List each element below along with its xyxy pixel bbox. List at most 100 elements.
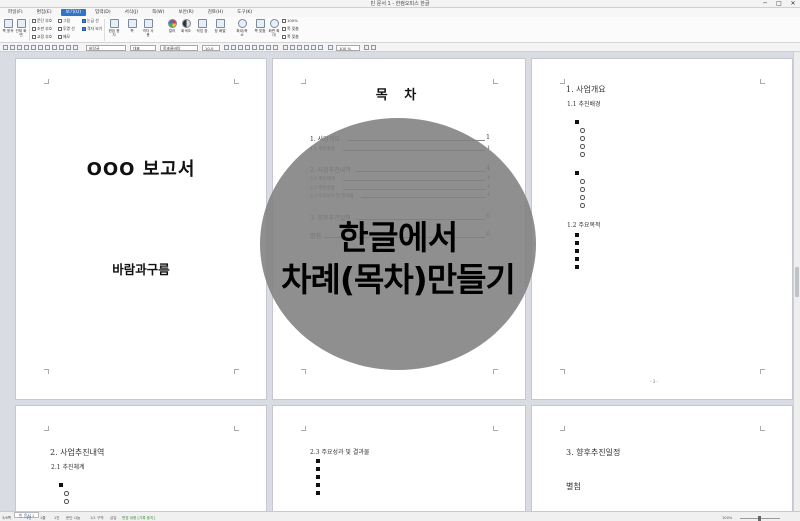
fit-page-icon bbox=[255, 19, 265, 28]
print-icon[interactable] bbox=[24, 45, 29, 50]
ribbon-button-label: 편집 용지 bbox=[108, 29, 120, 37]
zoom-select[interactable]: 100 % bbox=[336, 44, 360, 51]
view-option-checkbox[interactable]: 메모 bbox=[58, 34, 70, 39]
fit-width-item[interactable]: 폭 맞춤 bbox=[282, 34, 299, 39]
menu-item[interactable]: 보안(R) bbox=[173, 9, 198, 16]
highlight-icon[interactable] bbox=[259, 45, 264, 50]
view-option-checkbox[interactable]: 투명 선 bbox=[58, 26, 75, 31]
menu-item[interactable]: 도구(K) bbox=[232, 9, 257, 16]
color-button[interactable]: 컬러 bbox=[166, 18, 178, 40]
ribbon-button-label: 확대/축소 bbox=[236, 29, 248, 37]
checkbox-icon[interactable] bbox=[32, 27, 36, 31]
page-3[interactable]: 1. 사업개요 1.1 추진배경 1.2 주요목적 - 3 - bbox=[531, 58, 793, 400]
menu-item[interactable]: 편집(E) bbox=[32, 9, 57, 16]
outdent-icon[interactable] bbox=[371, 45, 376, 50]
new-doc-icon[interactable] bbox=[3, 45, 8, 50]
redo-icon[interactable] bbox=[38, 45, 43, 50]
open-icon[interactable] bbox=[10, 45, 15, 50]
task-pane-button[interactable]: 작업 창 bbox=[196, 18, 208, 40]
checkbox-icon[interactable] bbox=[82, 27, 86, 31]
font-size-select[interactable]: 10.0 bbox=[202, 44, 220, 51]
find-icon[interactable] bbox=[73, 45, 78, 50]
distribute-icon[interactable] bbox=[311, 45, 316, 50]
menu-item[interactable]: 쪽(W) bbox=[147, 9, 169, 16]
page-number: - 3 - bbox=[650, 379, 658, 384]
subscript-icon[interactable] bbox=[273, 45, 278, 50]
view-option-checkbox[interactable]: 격자 보기 bbox=[82, 26, 102, 31]
grayscale-button[interactable]: 회색조 bbox=[180, 18, 192, 40]
paper-button[interactable]: 편집 용지 bbox=[108, 18, 120, 40]
style-select[interactable]: 바탕글 bbox=[86, 44, 126, 51]
save-icon[interactable] bbox=[17, 45, 22, 50]
page-5[interactable]: 2.3 주요성과 및 결과물 bbox=[272, 405, 526, 511]
menu-item[interactable]: 검토(H) bbox=[203, 9, 229, 16]
align-both-icon[interactable] bbox=[283, 45, 288, 50]
paste-icon[interactable] bbox=[59, 45, 64, 50]
view-option-checkbox[interactable]: 눈금 선 bbox=[82, 18, 99, 23]
align-left-icon[interactable] bbox=[290, 45, 295, 50]
grid-button[interactable]: 격자 사용 bbox=[142, 18, 154, 40]
fit-page-button[interactable]: 쪽 맞춤 bbox=[254, 18, 266, 40]
font-color-icon[interactable] bbox=[252, 45, 257, 50]
page-outline-button[interactable]: 쪽 윤곽 bbox=[2, 18, 14, 40]
status-item: 1줄 bbox=[40, 516, 46, 520]
checkbox-icon[interactable] bbox=[58, 35, 62, 39]
menu-bar: 파일(F) 편집(E) 보기(U) 입력(D) 서식(J) 쪽(W) 보안(R) 검토(H) 도… bbox=[0, 8, 800, 17]
bullet-circle bbox=[64, 499, 69, 504]
page-cover[interactable]: OOO 보고서 바람과구름 bbox=[15, 58, 267, 400]
bullet-square bbox=[575, 257, 579, 261]
checkbox-icon[interactable] bbox=[58, 19, 62, 23]
copy-icon[interactable] bbox=[52, 45, 57, 50]
bold-icon[interactable] bbox=[224, 45, 229, 50]
superscript-icon[interactable] bbox=[266, 45, 271, 50]
maximize-button[interactable]: □ bbox=[772, 0, 786, 8]
menu-item[interactable]: 파일(F) bbox=[3, 9, 28, 16]
page-button[interactable]: 쪽 bbox=[126, 18, 138, 40]
scrollbar-thumb[interactable] bbox=[795, 267, 799, 297]
align-center-icon[interactable] bbox=[297, 45, 302, 50]
zoom-button[interactable]: 확대/축소 bbox=[236, 18, 248, 40]
fullscreen-button[interactable]: 전체 화면 bbox=[15, 18, 27, 40]
close-button[interactable]: ✕ bbox=[786, 0, 800, 8]
checkbox-icon[interactable] bbox=[32, 35, 36, 39]
zoom-slider[interactable] bbox=[740, 516, 780, 521]
format-painter-icon[interactable] bbox=[66, 45, 71, 50]
undo-icon[interactable] bbox=[31, 45, 36, 50]
bullet-square bbox=[59, 483, 63, 487]
divide-icon[interactable] bbox=[318, 45, 323, 50]
cut-icon[interactable] bbox=[45, 45, 50, 50]
checkbox-icon[interactable] bbox=[58, 27, 62, 31]
line-spacing-icon[interactable] bbox=[328, 45, 333, 50]
view-option-checkbox[interactable]: 그림 bbox=[58, 18, 70, 23]
checkbox-icon[interactable] bbox=[32, 19, 36, 23]
page-4[interactable]: 2. 사업추진내역 2.1 추진체계 bbox=[15, 405, 267, 511]
view-option-checkbox[interactable]: 교정 부호 bbox=[32, 34, 52, 39]
crop-mark bbox=[234, 426, 239, 431]
zoom-in-button[interactable]: 화면 확대 bbox=[268, 18, 280, 40]
menu-item[interactable]: 서식(J) bbox=[120, 9, 143, 16]
track-changes-status[interactable]: 변경 내용 [기록 중지] bbox=[122, 516, 155, 521]
view-option-checkbox[interactable]: 조판 부호 bbox=[32, 26, 52, 31]
strikethrough-icon[interactable] bbox=[245, 45, 250, 50]
checkbox-icon[interactable] bbox=[82, 19, 86, 23]
zoom-level[interactable]: 100% bbox=[722, 516, 732, 521]
italic-icon[interactable] bbox=[231, 45, 236, 50]
indent-icon[interactable] bbox=[364, 45, 369, 50]
zoom-100-item[interactable]: 100% bbox=[282, 18, 298, 23]
window-arrange-button[interactable]: 창 배열 bbox=[214, 18, 226, 40]
section-heading: 별첨 bbox=[566, 482, 581, 491]
menu-item[interactable]: 입력(D) bbox=[90, 9, 116, 16]
language-select[interactable]: 대표 bbox=[130, 44, 156, 51]
minimize-button[interactable]: ─ bbox=[758, 0, 772, 8]
bullet-circle bbox=[580, 195, 585, 200]
window-arrange-icon bbox=[215, 19, 225, 28]
view-option-checkbox[interactable]: 문단 부호 bbox=[32, 18, 52, 23]
underline-icon[interactable] bbox=[238, 45, 243, 50]
zoom-slider-knob[interactable] bbox=[758, 516, 761, 521]
menu-item[interactable]: 보기(U) bbox=[60, 9, 87, 16]
vertical-scrollbar[interactable] bbox=[793, 52, 800, 511]
align-right-icon[interactable] bbox=[304, 45, 309, 50]
fit-page-item[interactable]: 쪽 맞춤 bbox=[282, 26, 299, 31]
font-select[interactable]: 함초롬바탕 bbox=[160, 44, 198, 51]
page-6[interactable]: 3. 향후추진일정 별첨 bbox=[531, 405, 793, 511]
